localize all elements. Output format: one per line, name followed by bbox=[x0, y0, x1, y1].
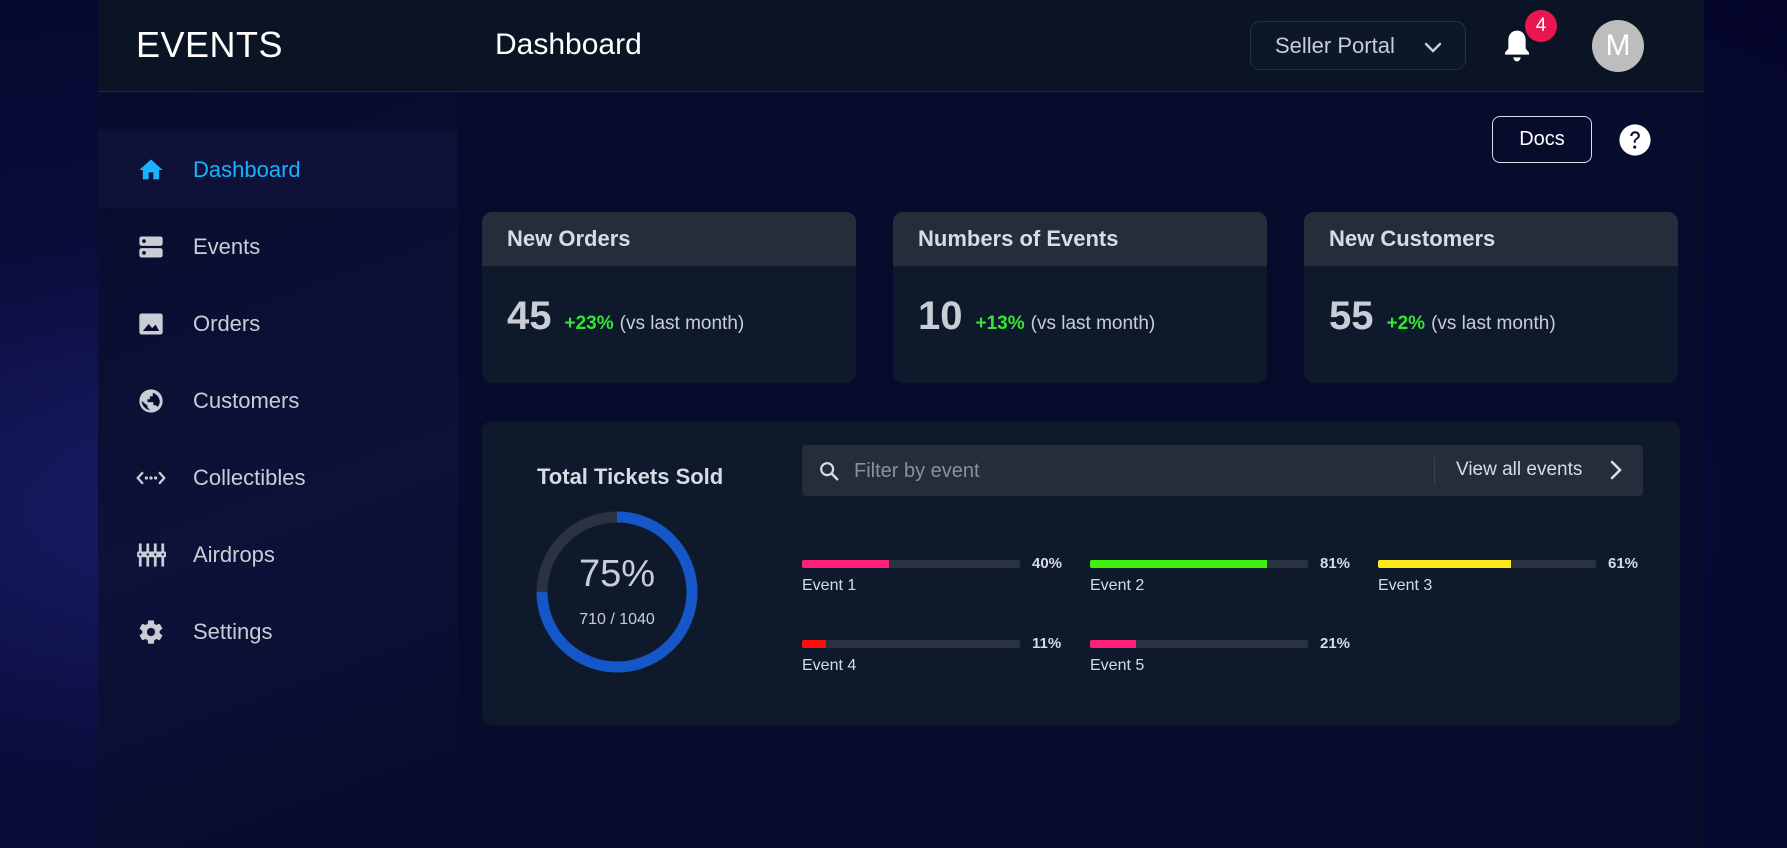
sidebar-item-airdrops[interactable]: Airdrops bbox=[98, 516, 457, 593]
docs-button[interactable]: Docs bbox=[1492, 116, 1592, 163]
stat-value: 10 bbox=[918, 294, 963, 338]
sidebar-item-label: Collectibles bbox=[193, 464, 306, 490]
stat-card-new-customers: New Customers 55 +2% (vs last month) bbox=[1304, 212, 1678, 383]
tickets-title: Total Tickets Sold bbox=[537, 464, 724, 489]
progress-percent: 11% bbox=[1032, 635, 1062, 652]
sidebar-item-dashboard[interactable]: Dashboard bbox=[98, 131, 457, 208]
event-name: Event 4 bbox=[802, 657, 857, 674]
equalizer-icon bbox=[136, 540, 166, 570]
stat-note: (vs last month) bbox=[619, 313, 745, 334]
progress-track bbox=[1378, 560, 1596, 568]
home-icon bbox=[136, 155, 166, 185]
sidebar-item-settings[interactable]: Settings bbox=[98, 593, 457, 670]
progress-percent: 40% bbox=[1032, 555, 1063, 572]
view-all-events-link[interactable]: View all events bbox=[1456, 459, 1582, 481]
stat-value: 45 bbox=[507, 294, 552, 338]
event-name: Event 2 bbox=[1090, 577, 1145, 594]
stat-change: +23% bbox=[564, 313, 614, 334]
progress-fill bbox=[802, 560, 890, 568]
progress-percent: 81% bbox=[1320, 555, 1351, 572]
chevron-down-icon bbox=[1424, 42, 1442, 53]
sidebar-item-label: Customers bbox=[193, 387, 300, 413]
tickets-count: 710 / 1040 bbox=[579, 611, 655, 628]
stat-card-new-orders: New Orders 45 +23% (vs last month) bbox=[482, 212, 856, 383]
page-title: Dashboard bbox=[495, 28, 642, 61]
stat-note: (vs last month) bbox=[1030, 313, 1156, 334]
notification-badge: 4 bbox=[1525, 10, 1557, 42]
help-icon[interactable] bbox=[1618, 123, 1652, 157]
progress-fill bbox=[1090, 640, 1136, 648]
stat-card-title: New Customers bbox=[1304, 212, 1678, 266]
event-name: Event 3 bbox=[1378, 577, 1433, 594]
avatar[interactable]: M bbox=[1592, 20, 1644, 72]
stat-card-title: Numbers of Events bbox=[893, 212, 1267, 266]
event-filter-input[interactable] bbox=[852, 453, 1416, 489]
progress-percent: 61% bbox=[1608, 555, 1639, 572]
sidebar-item-orders[interactable]: Orders bbox=[98, 285, 457, 362]
progress-percent: 21% bbox=[1320, 635, 1351, 652]
sidebar-item-label: Airdrops bbox=[193, 541, 275, 567]
portal-select-value: Seller Portal bbox=[1275, 32, 1395, 58]
image-icon bbox=[136, 309, 166, 339]
progress-track bbox=[802, 640, 1020, 648]
stat-note: (vs last month) bbox=[1431, 313, 1556, 334]
stat-card-title: New Orders bbox=[482, 212, 856, 266]
tickets-percent: 75% bbox=[578, 553, 656, 595]
portal-select[interactable]: Seller Portal bbox=[1250, 21, 1466, 70]
progress-fill bbox=[1090, 560, 1267, 568]
stat-change: +2% bbox=[1386, 313, 1426, 334]
event-filter-bar: View all events bbox=[802, 445, 1643, 496]
code-dots-icon bbox=[136, 463, 166, 493]
chevron-right-icon[interactable] bbox=[1607, 459, 1625, 481]
sidebar: Dashboard Events Orders Customers Collec… bbox=[98, 131, 457, 670]
event-name: Event 5 bbox=[1090, 657, 1145, 674]
sidebar-item-label: Settings bbox=[193, 618, 273, 644]
sidebar-item-label: Dashboard bbox=[193, 156, 301, 182]
stat-card-number-of-events: Numbers of Events 10 +13% (vs last month… bbox=[893, 212, 1267, 383]
tickets-panel: Total Tickets Sold 75% 710 / 1040 View a… bbox=[482, 421, 1680, 725]
sidebar-item-label: Events bbox=[193, 233, 261, 259]
gear-icon bbox=[136, 617, 166, 647]
divider bbox=[1434, 457, 1435, 485]
app-frame: EVENTS Dashboard Seller Portal 4 M Dashb… bbox=[98, 0, 1704, 848]
sidebar-item-events[interactable]: Events bbox=[98, 208, 457, 285]
progress-track bbox=[1090, 640, 1308, 648]
event-name: Event 1 bbox=[802, 577, 857, 594]
sidebar-item-label: Orders bbox=[193, 310, 261, 336]
stat-value: 55 bbox=[1329, 294, 1374, 338]
progress-track bbox=[1090, 560, 1308, 568]
progress-fill bbox=[802, 640, 826, 648]
sidebar-item-collectibles[interactable]: Collectibles bbox=[98, 439, 457, 516]
top-header: EVENTS Dashboard Seller Portal 4 M bbox=[98, 0, 1704, 92]
progress-track bbox=[802, 560, 1020, 568]
progress-fill bbox=[1378, 560, 1511, 568]
brand-logo[interactable]: EVENTS bbox=[136, 24, 283, 66]
search-icon bbox=[820, 462, 839, 481]
storage-icon bbox=[136, 232, 166, 262]
stat-change: +13% bbox=[975, 313, 1025, 334]
globe-icon bbox=[136, 386, 166, 416]
sidebar-item-customers[interactable]: Customers bbox=[98, 362, 457, 439]
